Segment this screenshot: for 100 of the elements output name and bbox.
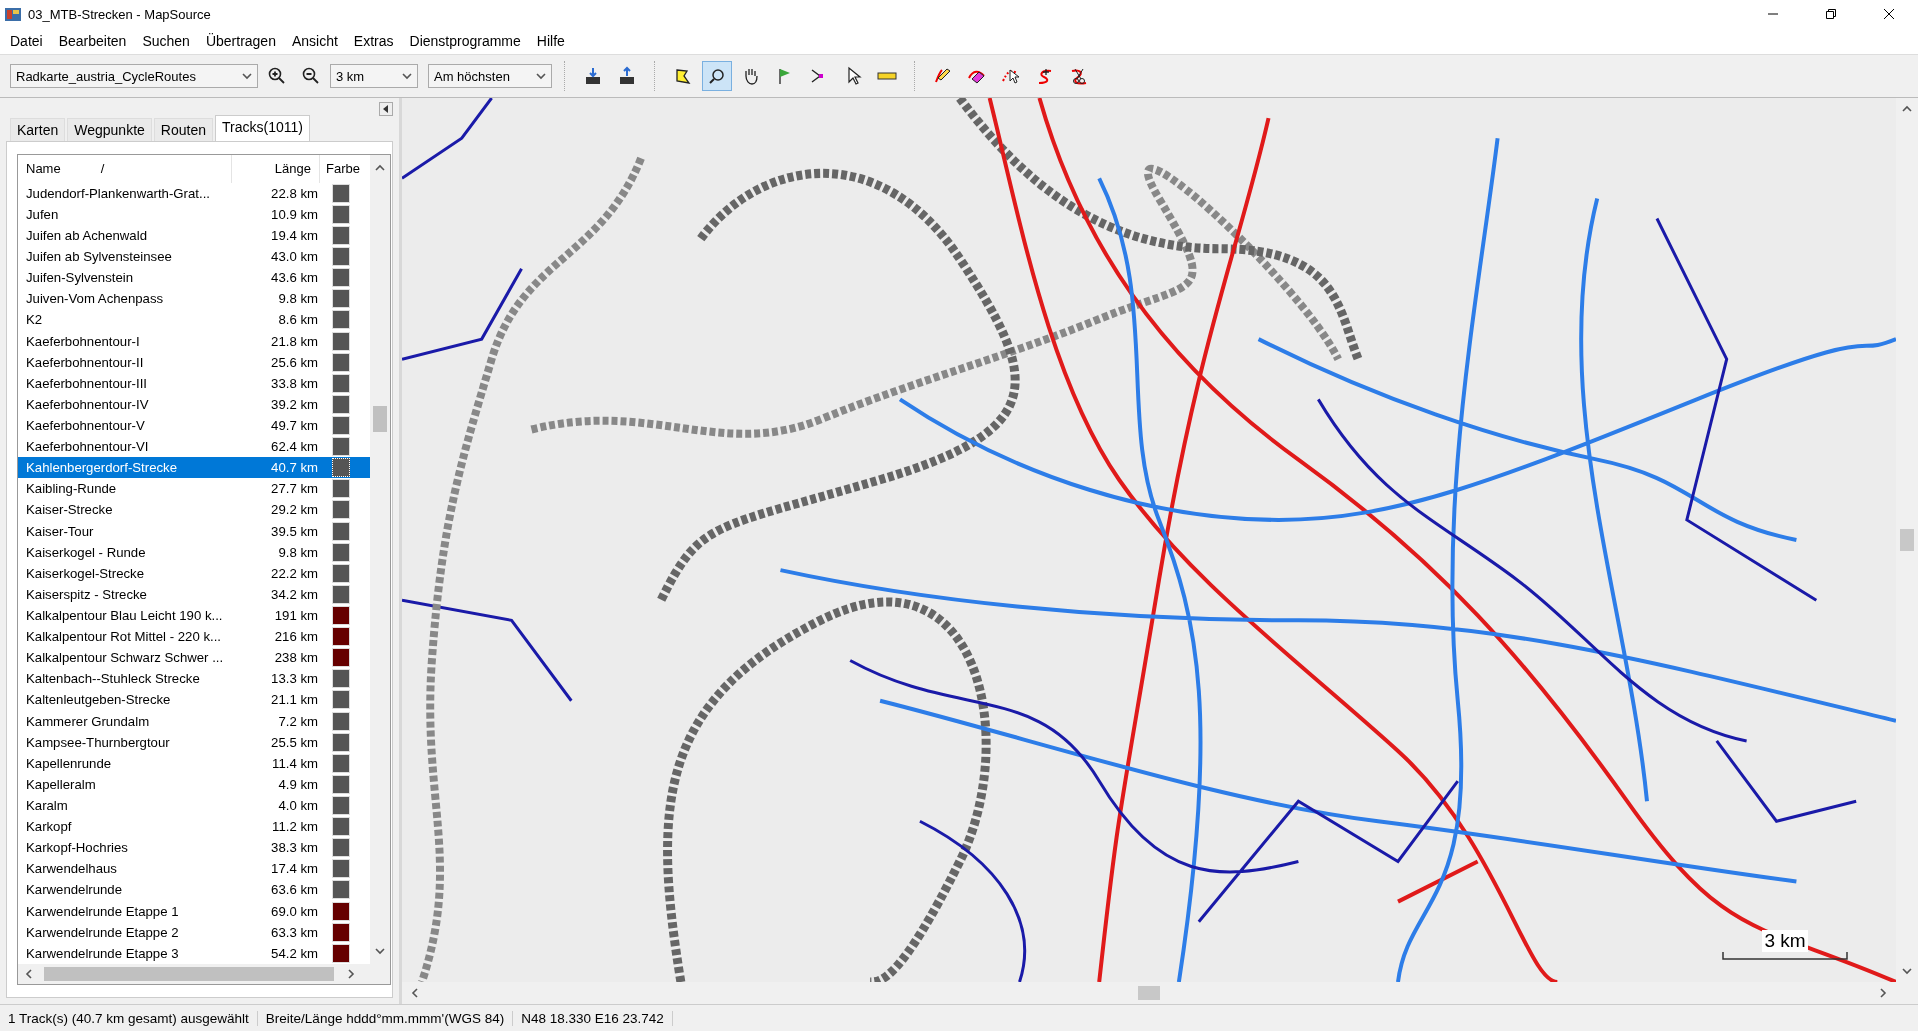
track-row[interactable]: Karwendelhaus 17.4 km xyxy=(18,858,370,880)
track-row[interactable]: Kaeferbohnentour-VI 62.4 km xyxy=(18,436,370,458)
track-row[interactable]: Kaiserkogel - Runde 9.8 km xyxy=(18,541,370,563)
scroll-down-icon[interactable] xyxy=(1902,966,1912,976)
track-name: Juifen ab Sylvensteinsee xyxy=(25,249,173,265)
track-name: Kaeferbohnentour-I xyxy=(25,333,141,349)
caret-icon[interactable] xyxy=(402,71,412,81)
track-row[interactable]: Kahlenbergerdorf-Strecke 40.7 km xyxy=(18,457,370,479)
tool-button[interactable] xyxy=(702,61,732,91)
menu-item[interactable]: Bearbeiten xyxy=(50,33,135,49)
tab[interactable]: Routen xyxy=(153,118,213,141)
scale-dropdown[interactable]: 3 km xyxy=(330,64,418,88)
track-name: Juiven-Vom Achenpass xyxy=(25,291,165,307)
track-row[interactable]: Kaeferbohnentour-IV 39.2 km xyxy=(18,393,370,415)
window-title: 03_MTB-Strecken - MapSource xyxy=(28,6,212,22)
track-row[interactable]: Kaeferbohnentour-II 25.6 km xyxy=(18,351,370,373)
track-length: 69.0 km xyxy=(270,903,319,919)
track-length: 4.9 km xyxy=(277,776,319,792)
tab[interactable]: Wegpunkte xyxy=(67,118,152,141)
track-length: 49.7 km xyxy=(270,418,319,433)
track-row[interactable]: Karwendelrunde Etappe 1 69.0 km xyxy=(18,900,370,922)
scrollbar-thumb[interactable] xyxy=(1900,529,1914,551)
menu-item[interactable]: Extras xyxy=(345,33,402,49)
menu-item[interactable]: Ansicht xyxy=(283,33,346,49)
track-row[interactable]: Kaibling-Runde 27.7 km xyxy=(18,478,370,500)
collapse-button[interactable] xyxy=(379,102,393,116)
track-row[interactable]: Jufen 10.9 km xyxy=(18,203,370,225)
track-row[interactable]: Kaiserkogel-Strecke 22.2 km xyxy=(18,562,370,584)
track-length: 33.8 km xyxy=(270,375,319,391)
track-row[interactable]: Kaeferbohnentour-III 33.8 km xyxy=(18,372,370,394)
column-header[interactable]: Länge xyxy=(232,155,320,183)
polygon-icon xyxy=(676,69,691,84)
track-row[interactable]: Karkopf 11.2 km xyxy=(18,816,370,838)
column-header[interactable]: Name xyxy=(26,161,61,177)
track-row[interactable]: Karkopf-Hochries 38.3 km xyxy=(18,837,370,859)
menu-item[interactable]: Suchen xyxy=(134,33,198,49)
track-length: 63.6 km xyxy=(270,882,319,898)
track-row[interactable]: Kapellenrunde 11.4 km xyxy=(18,752,370,774)
route-icon xyxy=(811,69,823,83)
column-header[interactable]: Farbe xyxy=(320,161,370,177)
tab[interactable]: Tracks(1011) xyxy=(215,115,310,141)
track-length: 8.6 km xyxy=(277,312,319,328)
scrollbar-thumb[interactable] xyxy=(1138,986,1160,1000)
triangle-left-icon xyxy=(382,105,390,113)
scroll-left-icon[interactable] xyxy=(24,969,34,979)
track-row[interactable]: Karwendelrunde Etappe 3 54.2 km xyxy=(18,942,370,964)
track-name: Kammerer Grundalm xyxy=(25,713,151,729)
track-row[interactable]: Kaiserspitz - Strecke 34.2 km xyxy=(18,583,370,605)
track-row[interactable]: K2 8.6 km xyxy=(18,309,370,331)
map-product-dropdown[interactable]: Radkarte_austria_CycleRoutes xyxy=(10,64,258,88)
track-length: 191 km xyxy=(273,608,319,623)
track-length: 27.7 km xyxy=(270,481,319,497)
scroll-right-icon[interactable] xyxy=(346,969,356,979)
track-row[interactable]: Juifen ab Sylvensteinsee 43.0 km xyxy=(18,246,370,268)
scroll-up-icon[interactable] xyxy=(375,163,385,173)
scroll-up-icon[interactable] xyxy=(1902,104,1912,114)
menu-item[interactable]: Übertragen xyxy=(197,33,284,49)
track-row[interactable]: Kaltenbach--Stuhleck Strecke 13.3 km xyxy=(18,668,370,690)
menu-item[interactable]: Datei xyxy=(2,33,51,49)
scroll-right-icon[interactable] xyxy=(1878,988,1888,998)
track-row[interactable]: Juiven-Vom Achenpass 9.8 km xyxy=(18,288,370,310)
zoom-out-icon xyxy=(301,66,321,86)
track-name: Kapelleralm xyxy=(25,776,97,792)
track-row[interactable]: Juifen ab Achenwald 19.4 km xyxy=(18,225,370,247)
scroll-down-icon[interactable] xyxy=(375,946,385,956)
track-name: Kaiserspitz - Strecke xyxy=(25,586,148,602)
track-row[interactable]: Judendorf-Plankenwarth-Grat... 22.8 km xyxy=(18,182,370,204)
status-text: 1 Track(s) (40.7 km gesamt) ausgewählt xyxy=(0,1010,258,1026)
scrollbar-thumb[interactable] xyxy=(44,967,334,981)
track-row[interactable]: Kammerer Grundalm 7.2 km xyxy=(18,710,370,732)
detail-dropdown[interactable]: Am höchsten xyxy=(428,64,552,88)
track-name: Kaeferbohnentour-VI xyxy=(25,439,150,455)
scroll-left-icon[interactable] xyxy=(410,988,420,998)
tab[interactable]: Karten xyxy=(10,118,66,141)
track-name: Jufen xyxy=(25,206,60,222)
track-row[interactable]: Karwendelrunde 63.6 km xyxy=(18,879,370,901)
track-name: Kaiser-Tour xyxy=(25,523,95,539)
track-name: Kaltenleutgeben-Strecke xyxy=(25,692,172,708)
menu-item[interactable]: Dienstprogramme xyxy=(401,33,529,49)
track-row[interactable]: Kalkalpentour Rot Mittel - 220 k... 216 km xyxy=(18,626,370,648)
track-length: 43.6 km xyxy=(270,270,319,286)
track-row[interactable]: Kalkalpentour Schwarz Schwer ... 238 km xyxy=(18,647,370,669)
menu-item[interactable]: Hilfe xyxy=(528,33,573,49)
scrollbar-thumb[interactable] xyxy=(373,406,387,432)
track-row[interactable]: Karalm 4.0 km xyxy=(18,794,370,817)
track-row[interactable]: Karwendelrunde Etappe 2 63.3 km xyxy=(18,921,370,943)
track-row[interactable]: Kalkalpentour Blau Leicht 190 k... 191 km xyxy=(18,604,370,627)
caret-icon[interactable] xyxy=(536,71,546,81)
track-row[interactable]: Kampsee-Thurnbergtour 25.5 km xyxy=(18,731,370,753)
track-row[interactable]: Kapelleralm 4.9 km xyxy=(18,773,370,795)
zoom-icon xyxy=(709,69,724,84)
track-row[interactable]: Juifen-Sylvenstein 43.6 km xyxy=(18,267,370,289)
track-row[interactable]: Kaeferbohnentour-V 49.7 km xyxy=(18,414,370,437)
track-length: 29.2 km xyxy=(270,502,319,518)
track-row[interactable]: Kaiser-Strecke 29.2 km xyxy=(18,499,370,521)
track-row[interactable]: Kaltenleutgeben-Strecke 21.1 km xyxy=(18,689,370,711)
caret-icon[interactable] xyxy=(242,71,252,81)
track-row[interactable]: Kaiser-Tour 39.5 km xyxy=(18,520,370,542)
track-row[interactable]: Kaeferbohnentour-I 21.8 km xyxy=(18,330,370,352)
track-length: 21.8 km xyxy=(270,333,319,349)
